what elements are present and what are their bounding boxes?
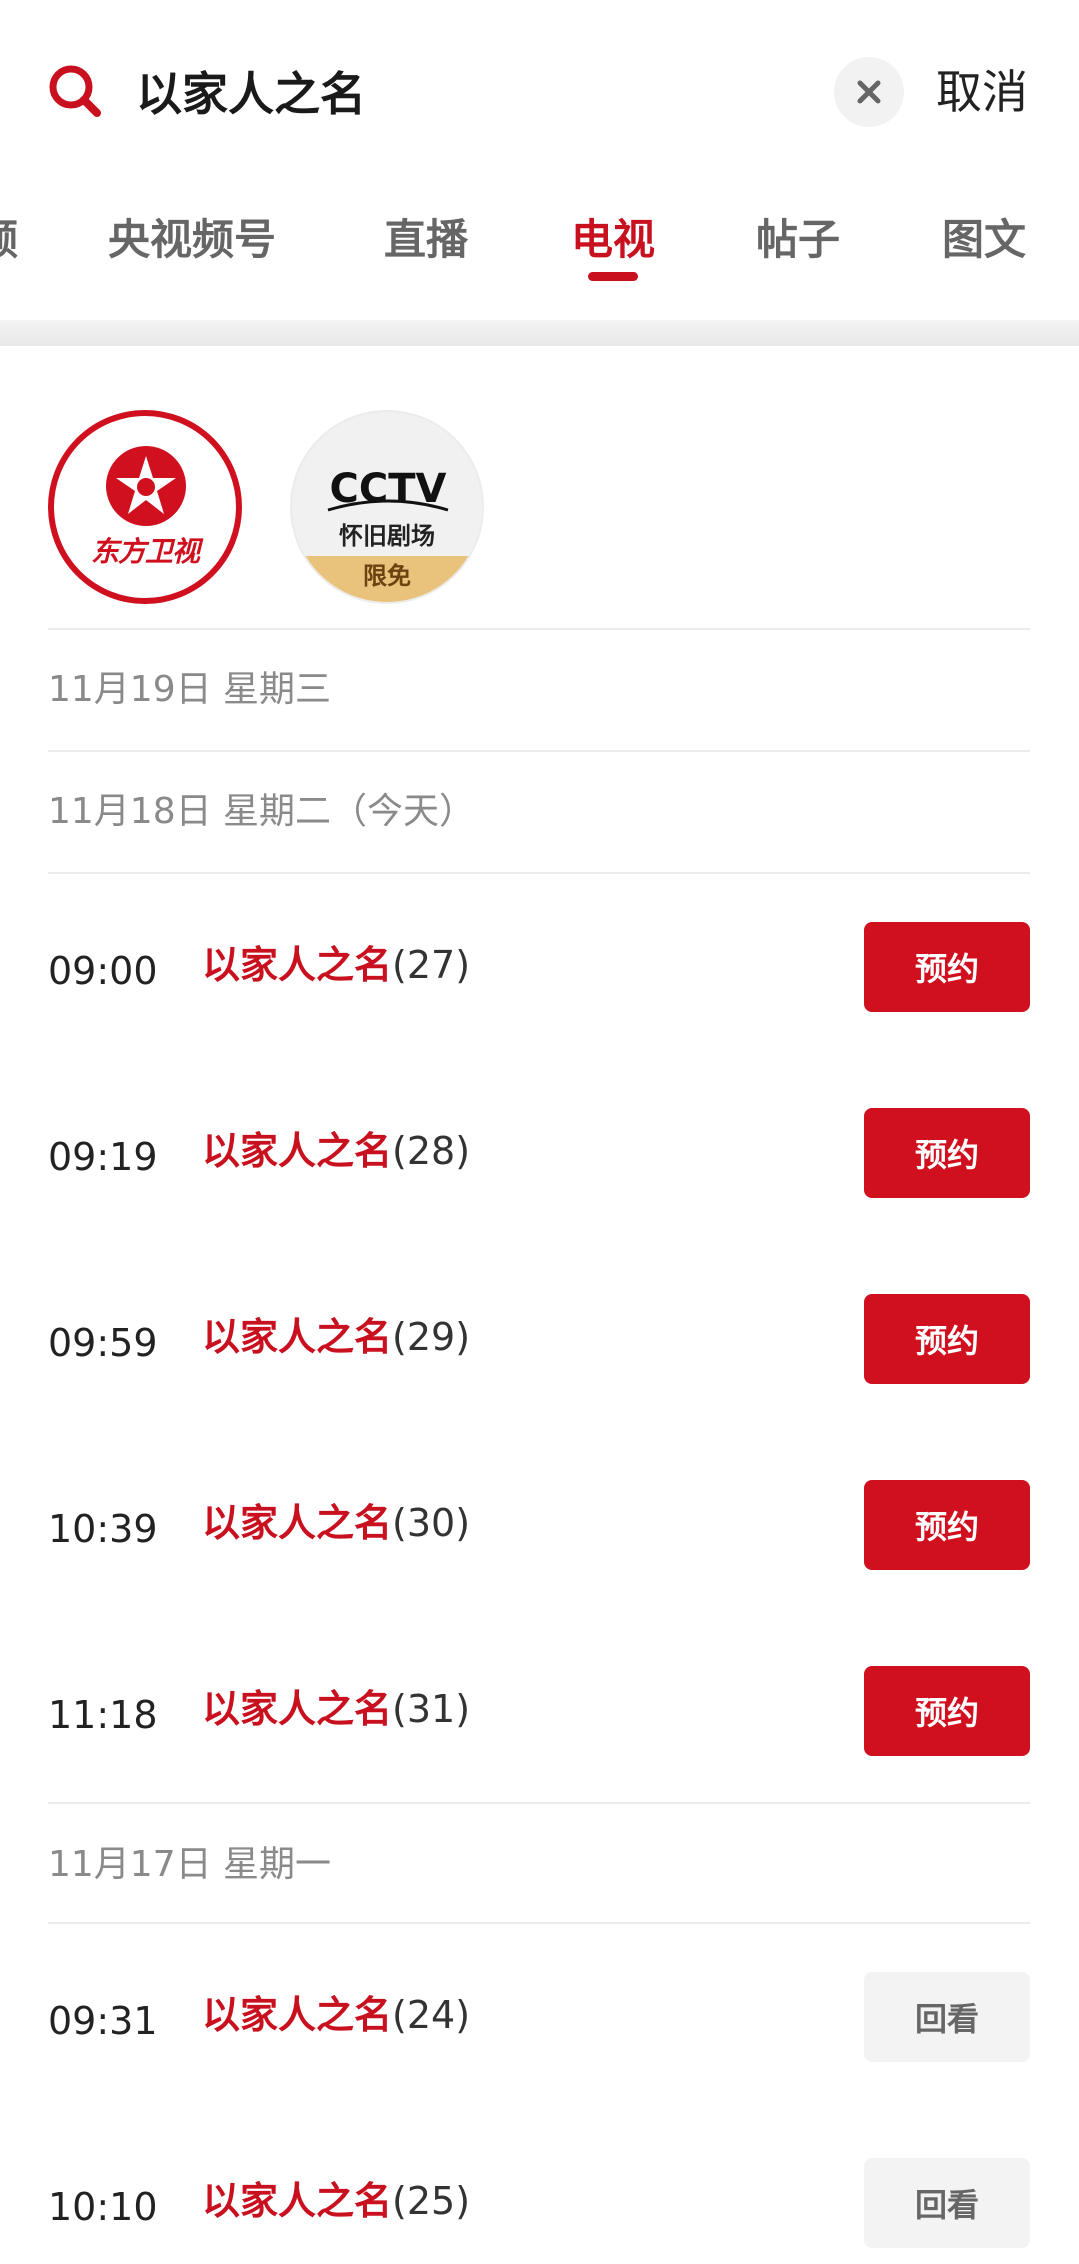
date-header-nov-17[interactable]: 11月17日 星期一 (48, 1840, 331, 1890)
tab-video[interactable]: 频 (0, 210, 18, 270)
cctv-logo: CCTV (327, 466, 449, 512)
program-title: 以家人之名(28) (202, 1129, 471, 1173)
program-row[interactable]: 09:59 以家人之名(29) 预约 (0, 1294, 1079, 1384)
divider (48, 1922, 1030, 1924)
program-time: 09:00 (48, 949, 158, 993)
program-row[interactable]: 10:10 以家人之名(25) 回看 (0, 2158, 1079, 2248)
program-title: 以家人之名(30) (202, 1501, 471, 1545)
program-row[interactable]: 10:39 以家人之名(30) 预约 (0, 1480, 1079, 1570)
program-title: 以家人之名(27) (202, 943, 471, 987)
program-time: 10:39 (48, 1507, 158, 1551)
program-time: 11:18 (48, 1693, 158, 1737)
date-header-nov-18[interactable]: 11月18日 星期二（今天） (48, 787, 475, 837)
reserve-button[interactable]: 预约 (864, 1480, 1030, 1570)
program-title: 以家人之名(29) (202, 1315, 471, 1359)
cancel-button[interactable]: 取消 (936, 62, 1028, 122)
channel-dongfang[interactable]: 东方卫视 (48, 410, 242, 604)
program-time: 09:59 (48, 1321, 158, 1365)
divider (48, 750, 1030, 752)
divider (48, 1802, 1030, 1804)
free-badge: 限免 (292, 556, 482, 602)
program-title: 以家人之名(24) (202, 1993, 471, 2037)
replay-button[interactable]: 回看 (864, 2158, 1030, 2248)
date-header-nov-19[interactable]: 11月19日 星期三 (48, 665, 331, 715)
reserve-button[interactable]: 预约 (864, 922, 1030, 1012)
search-bar: 以家人之名 取消 (0, 0, 1079, 190)
program-row[interactable]: 09:31 以家人之名(24) 回看 (0, 1972, 1079, 2062)
tab-articles[interactable]: 图文 (942, 210, 1026, 270)
program-row[interactable]: 09:19 以家人之名(28) 预约 (0, 1108, 1079, 1198)
reserve-button[interactable]: 预约 (864, 1294, 1030, 1384)
active-tab-indicator (588, 272, 638, 281)
tab-tv[interactable]: 电视 (571, 210, 655, 270)
category-tabs: 频 央视频号 直播 电视 帖子 图文 (0, 190, 1079, 320)
search-input[interactable]: 以家人之名 (136, 64, 366, 124)
program-title: 以家人之名(31) (202, 1687, 471, 1731)
reserve-button[interactable]: 预约 (864, 1666, 1030, 1756)
tab-posts[interactable]: 帖子 (756, 210, 840, 270)
program-time: 10:10 (48, 2185, 158, 2229)
tab-cctv-channels[interactable]: 央视频号 (108, 210, 276, 270)
tabs-separator (0, 320, 1079, 346)
program-row[interactable]: 09:00 以家人之名(27) 预约 (0, 922, 1079, 1012)
program-time: 09:19 (48, 1135, 158, 1179)
replay-button[interactable]: 回看 (864, 1972, 1030, 2062)
search-icon[interactable] (46, 62, 102, 118)
channel-cctv-classic[interactable]: CCTV 怀旧剧场 限免 (290, 410, 484, 604)
reserve-button[interactable]: 预约 (864, 1108, 1030, 1198)
program-title: 以家人之名(25) (202, 2179, 471, 2223)
clear-search-button[interactable] (834, 57, 904, 127)
divider (48, 628, 1030, 630)
dongfang-logo-text: 东方卫视 (90, 535, 200, 568)
cctv-subtitle: 怀旧剧场 (339, 522, 435, 550)
close-icon (857, 80, 881, 104)
divider (48, 872, 1030, 874)
tab-live[interactable]: 直播 (384, 210, 468, 270)
program-row[interactable]: 11:18 以家人之名(31) 预约 (0, 1666, 1079, 1756)
dongfang-star-logo (106, 446, 186, 526)
program-time: 09:31 (48, 1999, 158, 2043)
